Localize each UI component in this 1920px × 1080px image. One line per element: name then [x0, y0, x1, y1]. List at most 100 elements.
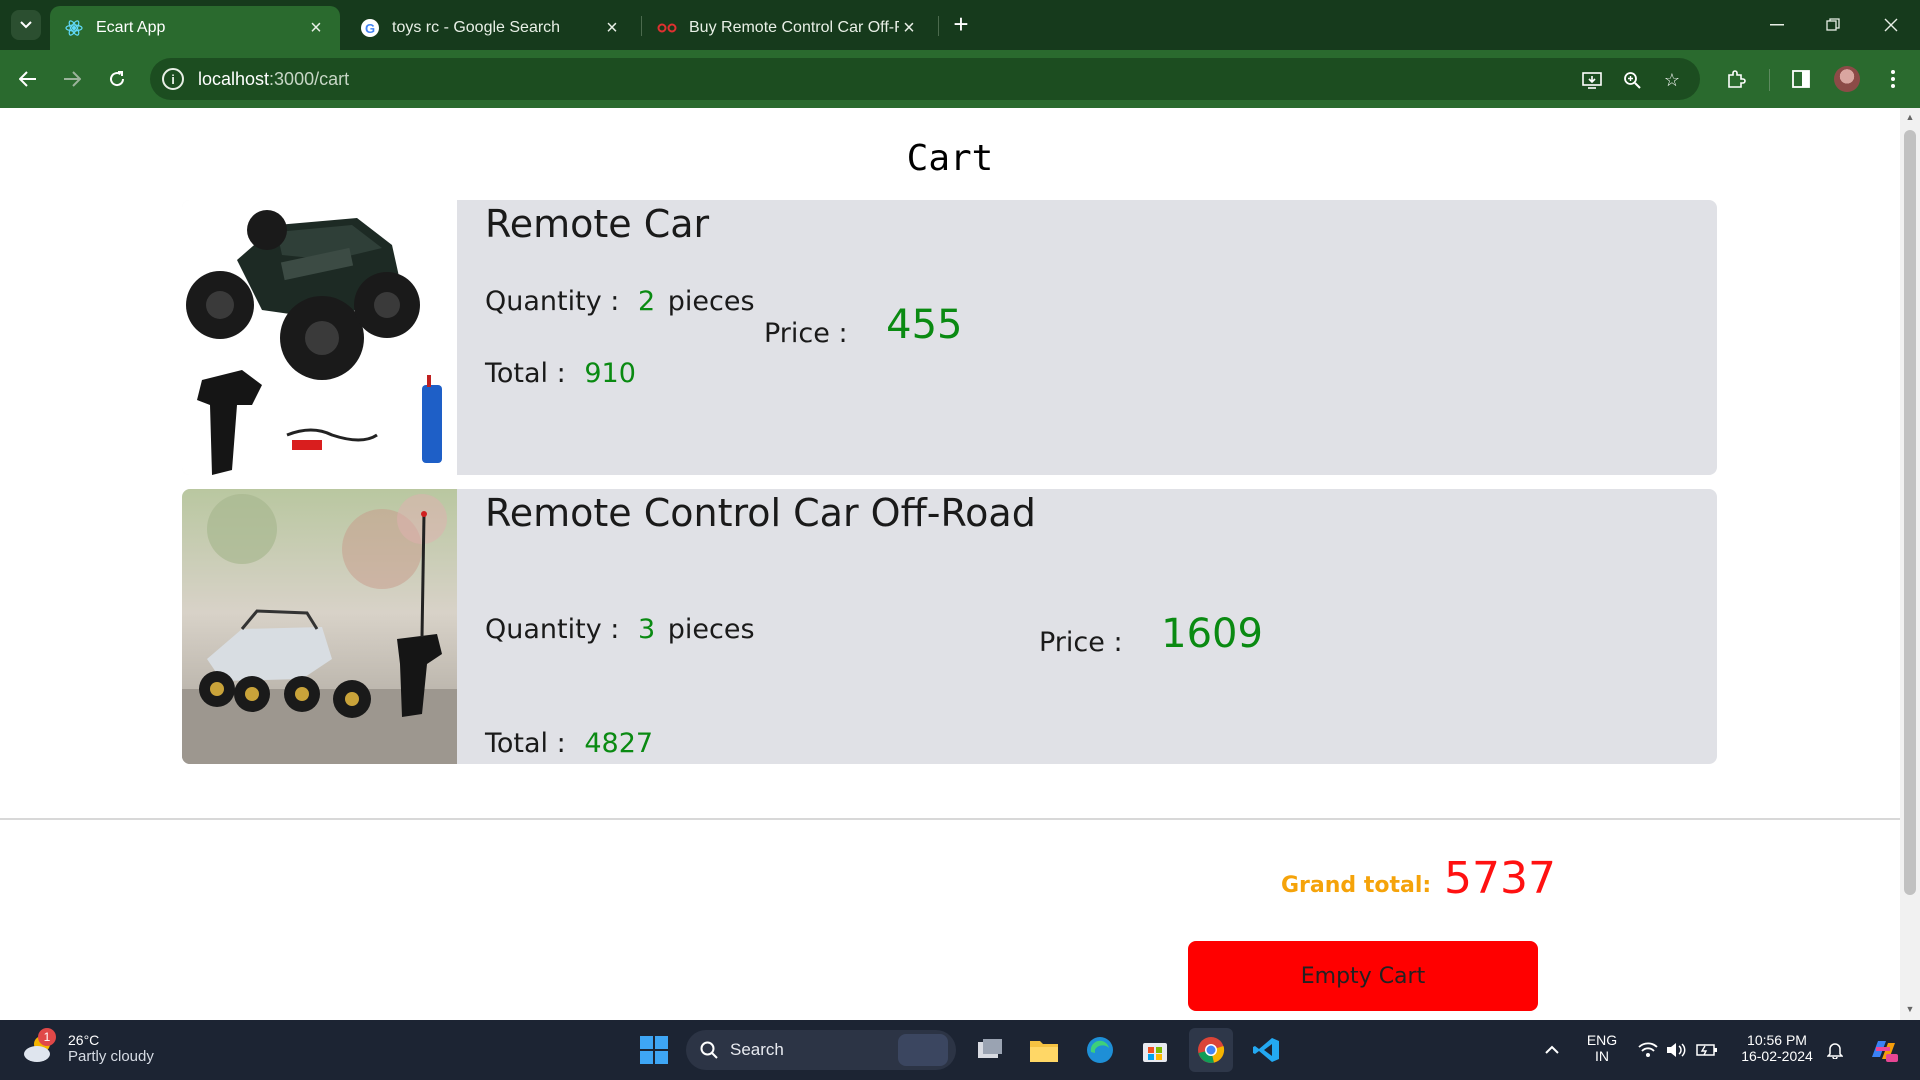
total-row: Total : 4827 — [485, 728, 653, 759]
react-icon — [64, 18, 84, 38]
store-icon — [657, 18, 677, 38]
url-path: :3000/cart — [269, 68, 350, 89]
taskbar-search[interactable]: Search — [686, 1030, 956, 1070]
grand-total-label: Grand total: — [1281, 873, 1432, 898]
scroll-up-icon[interactable]: ▲ — [1904, 112, 1916, 124]
quantity-value: 2 — [637, 286, 656, 317]
battery-icon[interactable] — [1695, 1038, 1719, 1062]
total-value: 4827 — [584, 728, 654, 759]
scroll-down-icon[interactable]: ▼ — [1904, 1004, 1916, 1016]
chrome-button[interactable] — [1189, 1028, 1233, 1072]
close-tab-icon[interactable]: × — [602, 17, 622, 39]
chevron-down-icon — [20, 21, 32, 29]
profile-avatar[interactable] — [1834, 66, 1860, 92]
tab-search-button[interactable] — [11, 10, 41, 40]
quantity-row: Quantity : 3 pieces — [485, 614, 755, 645]
cart-page: Cart Remote Car Quantity: 2 pieces Pric… — [0, 108, 1900, 1020]
tab-title: Buy Remote Control Car Off-Ro — [689, 19, 899, 36]
total-value: 910 — [584, 358, 636, 389]
section-divider — [0, 818, 1900, 820]
forward-arrow-icon — [64, 71, 81, 87]
close-icon — [1884, 18, 1898, 32]
tab-ecart-app[interactable]: Ecart App × — [50, 6, 340, 50]
weather-badge: 1 — [38, 1028, 56, 1046]
zoom-icon[interactable] — [1620, 68, 1644, 92]
price-row: Price : 455 — [764, 302, 963, 352]
restore-button[interactable] — [1813, 10, 1853, 40]
volume-icon[interactable] — [1664, 1038, 1688, 1062]
product-image-off-road-car — [182, 489, 457, 764]
side-panel-button[interactable] — [1785, 63, 1817, 95]
back-button[interactable] — [12, 63, 44, 95]
address-bar[interactable]: i localhost:3000/cart ☆ — [150, 58, 1700, 100]
side-panel-icon — [1792, 70, 1810, 88]
back-arrow-icon — [19, 71, 36, 87]
input-language[interactable]: ENG IN — [1582, 1032, 1622, 1064]
scroll-thumb[interactable] — [1904, 130, 1916, 895]
language-code: ENG — [1586, 1032, 1618, 1048]
search-label: Search — [730, 1040, 784, 1059]
svg-text:G: G — [365, 21, 375, 36]
puzzle-icon — [1728, 70, 1746, 88]
total-label: Total : — [485, 728, 566, 759]
close-window-button[interactable] — [1871, 10, 1911, 40]
extensions-button[interactable] — [1720, 63, 1752, 95]
show-hidden-icons-icon[interactable] — [1540, 1038, 1564, 1062]
quantity-label: Quantity : — [485, 286, 620, 317]
region-code: IN — [1595, 1048, 1609, 1064]
cart-item: Remote Control Car Off-Road Quantity : 3… — [182, 489, 1717, 764]
wifi-icon[interactable] — [1636, 1038, 1660, 1062]
windows-logo-icon — [640, 1036, 668, 1064]
new-tab-button[interactable]: + — [948, 11, 974, 38]
tab-google-search[interactable]: G toys rc - Google Search × — [346, 6, 636, 50]
microsoft-store-button[interactable] — [1133, 1028, 1177, 1072]
clock-time: 10:56 PM — [1747, 1032, 1807, 1048]
task-view-icon — [978, 1039, 1002, 1058]
install-app-icon[interactable] — [1580, 68, 1604, 92]
minimize-icon — [1770, 24, 1784, 26]
task-view-button[interactable] — [968, 1028, 1012, 1072]
edge-button[interactable] — [1078, 1028, 1122, 1072]
grand-total-value: 5737 — [1444, 853, 1556, 904]
search-icon — [700, 1041, 718, 1059]
bookmark-star-icon[interactable]: ☆ — [1660, 68, 1684, 92]
price-label: Price : — [764, 318, 848, 349]
more-vert-icon — [1891, 70, 1895, 88]
close-tab-icon[interactable]: × — [306, 17, 326, 39]
tab-buy-remote-car[interactable]: Buy Remote Control Car Off-Ro × — [643, 6, 933, 50]
quantity-unit: pieces — [667, 614, 755, 645]
notification-bell-icon[interactable] — [1823, 1038, 1847, 1062]
page-scrollbar[interactable]: ▲ ▼ — [1900, 108, 1920, 1020]
chrome-icon — [1198, 1037, 1225, 1063]
folder-icon — [1030, 1041, 1058, 1062]
partly-cloudy-icon: 1 — [22, 1028, 58, 1066]
clock[interactable]: 10:56 PM 16-02-2024 — [1732, 1032, 1822, 1064]
vscode-button[interactable] — [1244, 1028, 1288, 1072]
cart-item: Remote Car Quantity : 2 pieces Price : 4… — [182, 200, 1717, 475]
start-button[interactable] — [632, 1028, 676, 1072]
weather-widget[interactable]: 1 26°C Partly cloudy — [22, 1028, 154, 1066]
price-row: Price : 1609 — [1039, 611, 1263, 661]
quantity-unit: pieces — [667, 286, 755, 317]
price-value: 455 — [886, 302, 963, 348]
chrome-menu-button[interactable] — [1877, 63, 1909, 95]
site-info-icon[interactable]: i — [162, 68, 184, 90]
file-explorer-button[interactable] — [1022, 1028, 1066, 1072]
quantity-row: Quantity : 2 pieces — [485, 286, 755, 317]
weather-temp: 26°C — [68, 1031, 100, 1048]
google-icon: G — [360, 18, 380, 38]
minimize-button[interactable] — [1757, 10, 1797, 40]
reload-button[interactable] — [101, 63, 133, 95]
empty-cart-button[interactable]: Empty Cart — [1188, 941, 1538, 1011]
vscode-icon — [1253, 1038, 1279, 1062]
copilot-icon[interactable] — [1866, 1038, 1900, 1062]
tab-separator — [641, 16, 642, 36]
total-label: Total : — [485, 358, 566, 389]
browser-tab-bar: Ecart App × G toys rc - Google Search × … — [0, 0, 1920, 50]
search-highlight-icon — [898, 1034, 948, 1066]
close-tab-icon[interactable]: × — [899, 17, 919, 39]
forward-button[interactable] — [56, 63, 88, 95]
restore-icon — [1826, 18, 1840, 31]
product-name: Remote Car — [485, 202, 710, 246]
page-title: Cart — [906, 138, 994, 179]
